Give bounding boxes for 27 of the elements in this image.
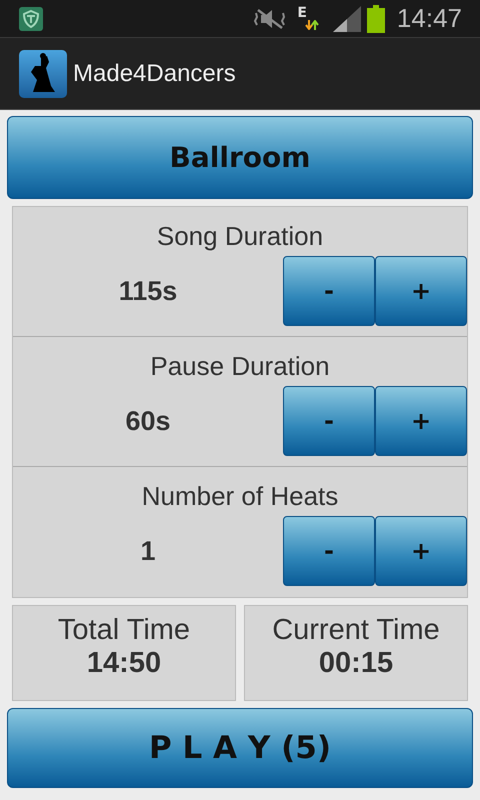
decrement-button[interactable]: - [283,256,375,326]
decrement-button[interactable]: - [283,516,375,586]
setting-value: 115s [118,276,178,306]
increment-button[interactable]: + [375,256,467,326]
time-value: 14:50 [86,647,162,680]
setting-value: 60s [124,406,172,436]
time-label: Total Time [58,614,190,647]
setting-value: 1 [139,536,157,566]
time-label: Current Time [272,614,440,647]
decrement-button[interactable]: - [283,386,375,456]
setting-label: Pause Duration [150,351,330,382]
signal-icon [332,6,361,32]
ballroom-button[interactable]: Ballroom [7,116,473,199]
increment-button[interactable]: + [375,516,467,586]
mute-icon [253,8,288,30]
setting-label: Number of Heats [142,481,338,512]
clock: 14:47 [396,3,462,34]
shield-icon [18,6,44,32]
time-value: 00:15 [318,647,394,680]
network-type-indicator: E [297,4,307,20]
setting-label: Song Duration [156,221,324,252]
battery-icon [366,4,385,32]
play-button[interactable]: P L A Y (5) [7,708,473,788]
data-arrows-icon [304,20,319,30]
app-title: Made4Dancers [73,60,236,88]
dancer-logo-icon [19,50,67,98]
increment-button[interactable]: + [375,386,467,456]
